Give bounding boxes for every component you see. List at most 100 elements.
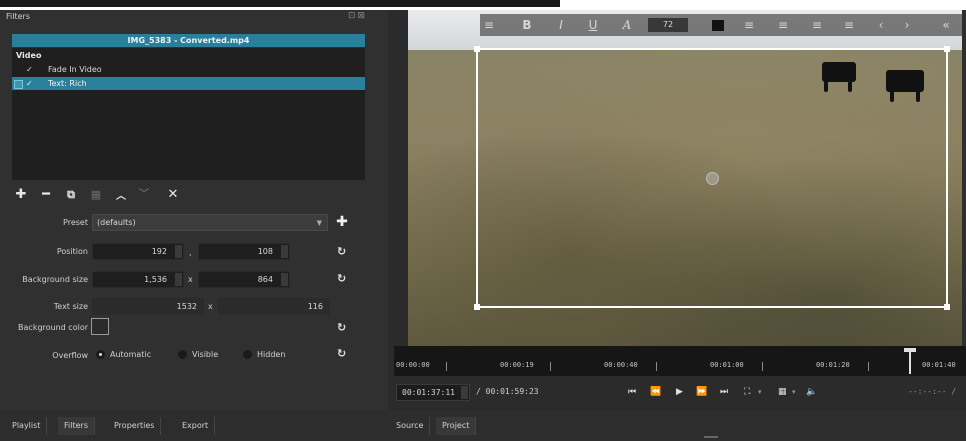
- title-bar-fragment: [0, 0, 560, 7]
- add-filter-button[interactable]: ✚: [12, 186, 30, 204]
- splitter-grip[interactable]: [704, 436, 718, 438]
- background-height-input[interactable]: 864: [198, 271, 290, 288]
- overflow-automatic-radio[interactable]: Automatic: [96, 350, 151, 359]
- resize-handle-top-left[interactable]: [474, 46, 480, 52]
- background-color-swatch[interactable]: [91, 318, 109, 335]
- rewind-icon[interactable]: ⏪: [650, 385, 661, 399]
- radio-dot-selected: [96, 350, 105, 359]
- radio-label: Hidden: [257, 350, 286, 359]
- text-size-label: Text size: [53, 302, 88, 311]
- radio-label: Automatic: [110, 350, 152, 359]
- background-color-label: Background color: [18, 323, 88, 332]
- filter-row-fade-in[interactable]: ✓ Fade In Video: [12, 63, 365, 76]
- text-color-button[interactable]: [712, 20, 724, 31]
- zoom-icon[interactable]: ⛶: [744, 385, 750, 399]
- preset-label: Preset: [63, 218, 88, 227]
- overflow-visible-radio[interactable]: Visible: [178, 350, 218, 359]
- position-separator: ,: [189, 248, 192, 257]
- menu-icon[interactable]: ≡: [482, 17, 496, 33]
- resize-handle-bottom-left[interactable]: [474, 304, 480, 310]
- save-preset-button[interactable]: ✚: [335, 214, 349, 230]
- forward-icon[interactable]: ›: [900, 17, 914, 33]
- move-up-button[interactable]: ︿: [112, 188, 130, 206]
- playhead[interactable]: [909, 348, 911, 374]
- timecode-spinner[interactable]: [461, 386, 468, 399]
- rich-text-toolbar: ≡ B I U A 72 ≡ ≡ ≡ ≡ ‹ › «: [480, 14, 966, 36]
- background-width-value: 1,536: [144, 275, 167, 284]
- align-left-icon[interactable]: ≡: [742, 17, 756, 33]
- position-x-value: 192: [151, 247, 167, 256]
- underline-button[interactable]: U: [586, 17, 600, 33]
- tab-properties[interactable]: Properties: [108, 417, 162, 435]
- position-x-input[interactable]: 192: [92, 243, 184, 260]
- text-width-value: 1532: [176, 302, 197, 311]
- deselect-filter-button[interactable]: ✕: [164, 186, 182, 204]
- volume-icon[interactable]: 🔈: [806, 385, 817, 399]
- back-icon[interactable]: ‹: [874, 17, 888, 33]
- tab-filters[interactable]: Filters: [58, 417, 95, 435]
- radio-dot: [243, 350, 252, 359]
- background-size-separator: x: [188, 275, 193, 284]
- position-x-spinner[interactable]: [175, 245, 182, 258]
- current-timecode-input[interactable]: 00:01:37:11: [396, 384, 470, 401]
- timeline-ruler[interactable]: 00:00:00 00:00:19 00:00:40 00:01:00 00:0…: [394, 346, 966, 376]
- clip-title: IMG_5383 - Converted.mp4: [127, 36, 250, 45]
- move-down-button[interactable]: ﹀: [135, 186, 153, 204]
- remove-filter-button[interactable]: ━: [37, 186, 55, 204]
- overflow-hidden-radio[interactable]: Hidden: [243, 350, 285, 359]
- preview-tabs: Source Project: [388, 410, 966, 441]
- collapse-toolbar-icon[interactable]: «: [938, 17, 954, 33]
- bold-button[interactable]: B: [520, 17, 534, 33]
- position-y-input[interactable]: 108: [198, 243, 290, 260]
- chevron-down-icon[interactable]: ▾: [758, 385, 762, 399]
- filter-list[interactable]: Video ✓ Fade In Video ✓ Text: Rich: [12, 48, 365, 180]
- tab-project[interactable]: Project: [436, 417, 477, 435]
- tab-playlist[interactable]: Playlist: [6, 417, 48, 435]
- chevron-down-icon: ▼: [316, 219, 322, 227]
- reset-background-size-icon[interactable]: ↻: [337, 272, 346, 285]
- ruler-tick-label: 00:01:20: [816, 361, 850, 369]
- filter-name: Fade In Video: [48, 65, 102, 74]
- left-dock-tabs: Playlist Filters Properties Export: [0, 410, 388, 441]
- position-y-spinner[interactable]: [281, 245, 288, 258]
- chevron-down-icon[interactable]: ▾: [792, 385, 796, 399]
- italic-button[interactable]: I: [554, 17, 568, 33]
- tab-source[interactable]: Source: [390, 417, 431, 435]
- preset-select[interactable]: (defaults) ▼: [92, 214, 328, 231]
- overflow-label: Overflow: [52, 351, 88, 360]
- tab-export[interactable]: Export: [176, 417, 216, 435]
- preset-value: (defaults): [97, 218, 136, 227]
- background-width-spinner[interactable]: [175, 273, 182, 286]
- filter-enabled-checkbox[interactable]: ✓: [26, 77, 33, 90]
- filter-row-text-rich[interactable]: ✓ Text: Rich: [12, 77, 365, 90]
- panel-title: Filters: [6, 12, 30, 21]
- skip-to-start-icon[interactable]: ⏮: [628, 385, 636, 399]
- align-center-icon[interactable]: ≡: [776, 17, 790, 33]
- grid-icon[interactable]: ▦: [778, 385, 787, 399]
- background-width-input[interactable]: 1,536: [92, 271, 184, 288]
- font-size-input[interactable]: 72: [648, 18, 688, 32]
- resize-handle-bottom-right[interactable]: [944, 304, 950, 310]
- background-height-value: 864: [257, 275, 273, 284]
- ruler-tick-label: 00:00:00: [396, 361, 430, 369]
- reset-overflow-icon[interactable]: ↻: [337, 347, 346, 360]
- radio-label: Visible: [192, 350, 219, 359]
- filter-enabled-checkbox[interactable]: ✓: [26, 63, 33, 76]
- play-icon[interactable]: ▶: [676, 385, 683, 399]
- video-preview[interactable]: ≡ B I U A 72 ≡ ≡ ≡ ≡ ‹ › «: [408, 10, 966, 346]
- align-right-icon[interactable]: ≡: [810, 17, 824, 33]
- background-height-spinner[interactable]: [281, 273, 288, 286]
- panel-float-close-icons[interactable]: ⊡⊠: [348, 11, 367, 21]
- align-justify-icon[interactable]: ≡: [842, 17, 856, 33]
- reset-background-color-icon[interactable]: ↻: [337, 321, 346, 334]
- skip-to-end-icon[interactable]: ⏭: [720, 385, 728, 399]
- reset-position-icon[interactable]: ↻: [337, 245, 346, 258]
- paste-filters-button[interactable]: ▦: [87, 186, 105, 204]
- selection-marker: [14, 80, 23, 89]
- position-label: Position: [56, 247, 88, 256]
- copy-filters-button[interactable]: ⧉: [62, 186, 80, 204]
- resize-handle-top-right[interactable]: [944, 46, 950, 52]
- fast-forward-icon[interactable]: ⏩: [696, 385, 707, 399]
- font-button[interactable]: A: [620, 17, 634, 33]
- move-handle[interactable]: [706, 172, 719, 185]
